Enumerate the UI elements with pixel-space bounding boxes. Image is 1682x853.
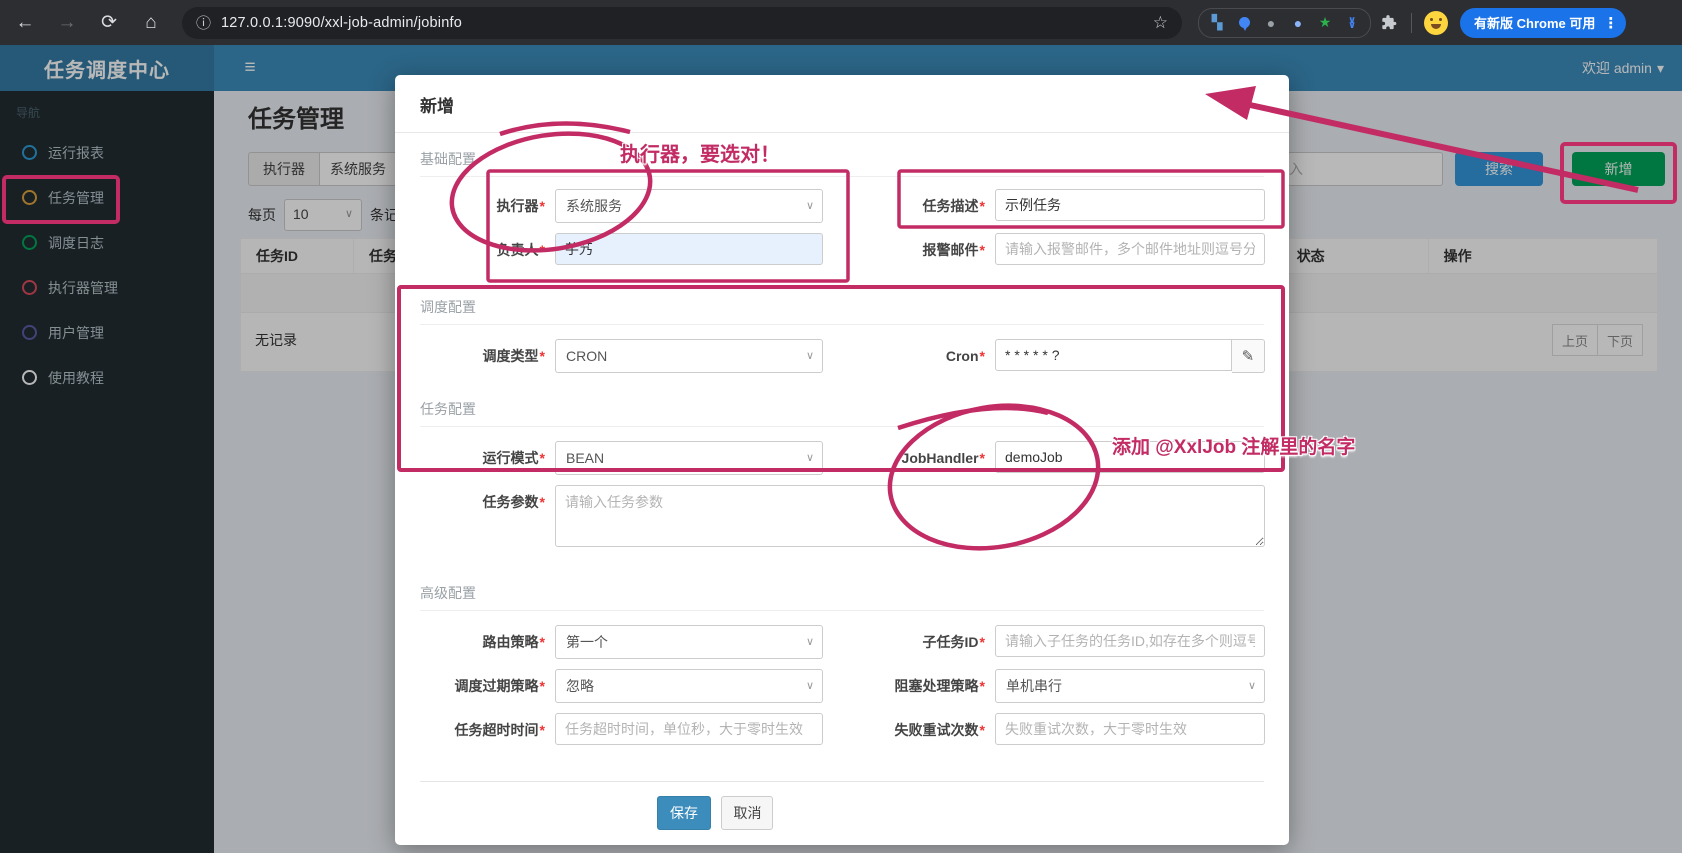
job-desc-input[interactable] (995, 189, 1265, 221)
executor-value: 系统服务 (566, 198, 622, 214)
required-asterisk: * (980, 348, 985, 364)
required-asterisk: * (540, 494, 545, 510)
timeout-input[interactable] (555, 713, 823, 745)
modal-footer: 保存 取消 (420, 781, 1264, 830)
cron-label: Cron* (833, 339, 985, 373)
required-asterisk: * (540, 198, 545, 214)
add-job-modal: 新增 基础配置 执行器* 系统服务 ∨ 任务描述* 负责人* 报警邮件* 调度配… (395, 75, 1289, 845)
author-label: 负责人* (420, 233, 545, 267)
ext-chevrons-icon[interactable]: ∨∨ (1344, 15, 1360, 31)
cron-input[interactable] (995, 339, 1232, 371)
timeout-label: 任务超时时间* (420, 713, 545, 747)
fail-retry-input[interactable] (995, 713, 1265, 745)
screen: ← → ⟳ ⌂ ⓘ 127.0.0.1:9090/xxl-job-admin/j… (0, 0, 1682, 853)
author-input[interactable] (555, 233, 823, 265)
section-base-config: 基础配置 (420, 149, 1264, 177)
required-asterisk: * (980, 450, 985, 466)
job-param-label: 任务参数* (420, 485, 545, 547)
required-asterisk: * (540, 722, 545, 738)
schedule-type-value: CRON (566, 348, 607, 364)
route-strategy-label: 路由策略* (420, 625, 545, 659)
extensions-group: ▚ ● ● ★ ∨∨ (1198, 8, 1371, 38)
child-job-label: 子任务ID* (833, 625, 985, 659)
profile-avatar[interactable] (1424, 11, 1448, 35)
schedule-type-select[interactable]: CRON ∨ (555, 339, 823, 373)
chevron-down-icon: ∨ (806, 190, 814, 222)
job-desc-label: 任务描述* (833, 189, 985, 223)
ext-balloon-icon[interactable] (1236, 15, 1252, 31)
cron-edit-button[interactable]: ✎ (1232, 339, 1265, 373)
toolbar-separator (1411, 13, 1412, 33)
modal-title: 新增 (395, 75, 1289, 132)
ext-green-star-icon[interactable]: ★ (1317, 15, 1333, 31)
misfire-strategy-label: 调度过期策略* (420, 669, 545, 703)
section-advanced-config: 高级配置 (420, 583, 1264, 611)
forward-icon[interactable]: → (50, 6, 84, 40)
schedule-type-label: 调度类型* (420, 339, 545, 373)
run-mode-label: 运行模式* (420, 441, 545, 475)
run-mode-select[interactable]: BEAN ∨ (555, 441, 823, 475)
fail-retry-label: 失败重试次数* (833, 713, 985, 747)
required-asterisk: * (980, 198, 985, 214)
bookmark-star-icon[interactable]: ☆ (1153, 13, 1168, 33)
block-strategy-value: 单机串行 (1006, 678, 1062, 694)
chrome-update-button[interactable]: 有新版 Chrome 可用 ⋮ (1460, 8, 1626, 38)
back-icon[interactable]: ← (8, 6, 42, 40)
section-task-config: 任务配置 (420, 399, 1264, 427)
ext-squares-icon[interactable]: ▚ (1209, 15, 1225, 31)
alarm-email-label: 报警邮件* (833, 233, 985, 267)
required-asterisk: * (540, 634, 545, 650)
chrome-menu-icon[interactable]: ⋮ (1603, 14, 1618, 32)
save-button[interactable]: 保存 (657, 796, 711, 830)
misfire-strategy-value: 忽略 (566, 678, 594, 694)
cancel-button[interactable]: 取消 (721, 796, 773, 830)
route-strategy-value: 第一个 (566, 634, 608, 650)
browser-toolbar: ← → ⟳ ⌂ ⓘ 127.0.0.1:9090/xxl-job-admin/j… (0, 0, 1682, 45)
url-text[interactable]: 127.0.0.1:9090/xxl-job-admin/jobinfo (221, 15, 1153, 31)
run-mode-value: BEAN (566, 450, 604, 466)
chevron-down-icon: ∨ (1248, 670, 1256, 702)
ext-blue-circle-icon[interactable]: ● (1290, 15, 1306, 31)
job-param-textarea[interactable] (555, 485, 1265, 547)
section-schedule-config: 调度配置 (420, 297, 1264, 325)
chevron-down-icon: ∨ (806, 340, 814, 372)
chevron-down-icon: ∨ (806, 670, 814, 702)
executor-select[interactable]: 系统服务 ∨ (555, 189, 823, 223)
extensions-puzzle-icon[interactable] (1381, 15, 1397, 31)
job-handler-input[interactable] (995, 441, 1265, 473)
route-strategy-select[interactable]: 第一个 ∨ (555, 625, 823, 659)
chevron-down-icon: ∨ (806, 442, 814, 474)
ext-gray-circle-icon[interactable]: ● (1263, 15, 1279, 31)
required-asterisk: * (980, 242, 985, 258)
required-asterisk: * (540, 242, 545, 258)
pencil-icon: ✎ (1242, 347, 1255, 365)
required-asterisk: * (980, 678, 985, 694)
reload-icon[interactable]: ⟳ (92, 6, 126, 40)
required-asterisk: * (540, 678, 545, 694)
block-strategy-select[interactable]: 单机串行 ∨ (995, 669, 1265, 703)
alarm-email-input[interactable] (995, 233, 1265, 265)
block-strategy-label: 阻塞处理策略* (833, 669, 985, 703)
address-bar[interactable]: ⓘ 127.0.0.1:9090/xxl-job-admin/jobinfo ☆ (182, 7, 1182, 39)
required-asterisk: * (980, 634, 985, 650)
chrome-update-label: 有新版 Chrome 可用 (1474, 13, 1595, 32)
misfire-strategy-select[interactable]: 忽略 ∨ (555, 669, 823, 703)
required-asterisk: * (980, 722, 985, 738)
job-handler-label: JobHandler* (833, 441, 985, 475)
child-job-input[interactable] (995, 625, 1265, 657)
required-asterisk: * (540, 450, 545, 466)
chevron-down-icon: ∨ (806, 626, 814, 658)
home-icon[interactable]: ⌂ (134, 6, 168, 40)
executor-label: 执行器* (420, 189, 545, 223)
site-info-icon[interactable]: ⓘ (196, 12, 211, 33)
required-asterisk: * (540, 348, 545, 364)
